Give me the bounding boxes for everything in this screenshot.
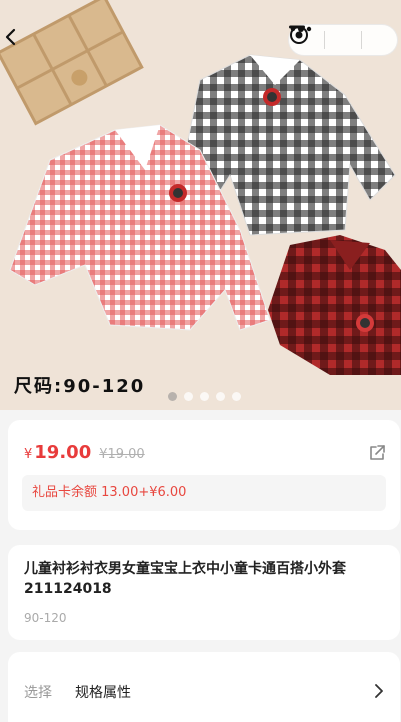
- current-price: 19.00: [34, 442, 92, 463]
- original-price: ¥19.00: [99, 447, 145, 462]
- product-title: 儿童衬衫衬衣男女童宝宝上衣中小童卡通百搭小外套211124018: [24, 561, 346, 597]
- currency-symbol: ¥: [24, 447, 33, 462]
- carousel-indicator[interactable]: [168, 392, 241, 401]
- spec-value: 规格属性: [75, 685, 131, 701]
- price-card: ¥ 19.00 ¥19.00 礼品卡余额 13.00+¥6.00: [8, 420, 400, 530]
- carousel-dot[interactable]: [232, 392, 241, 401]
- product-image-carousel[interactable]: 尺码:90-120: [0, 0, 401, 410]
- spec-label: 选择: [24, 685, 52, 701]
- image-size-caption: 尺码:90-120: [14, 376, 146, 397]
- product-photo: [0, 0, 401, 410]
- minimize-button[interactable]: [289, 25, 360, 55]
- share-icon: [370, 445, 385, 460]
- product-info-card: 儿童衬衫衬衣男女童宝宝上衣中小童卡通百搭小外套211124018 90-120: [8, 545, 400, 640]
- carousel-dot[interactable]: [184, 392, 193, 401]
- chevron-right-icon: [375, 684, 383, 698]
- price-row: ¥ 19.00 ¥19.00: [24, 442, 145, 463]
- carousel-dot[interactable]: [216, 392, 225, 401]
- gift-card-balance: 礼品卡余额 13.00+¥6.00: [22, 475, 386, 511]
- product-subtitle: 90-120: [24, 611, 67, 625]
- carousel-dot[interactable]: [200, 392, 209, 401]
- target-close-icon: [290, 26, 308, 44]
- share-button[interactable]: [368, 444, 386, 462]
- spec-selector[interactable]: 选择 规格属性: [8, 652, 400, 722]
- chevron-left-icon: [5, 28, 16, 46]
- close-button[interactable]: [290, 25, 397, 55]
- back-button[interactable]: [4, 28, 26, 52]
- carousel-dot[interactable]: [168, 392, 177, 401]
- mini-program-capsule: [288, 24, 398, 56]
